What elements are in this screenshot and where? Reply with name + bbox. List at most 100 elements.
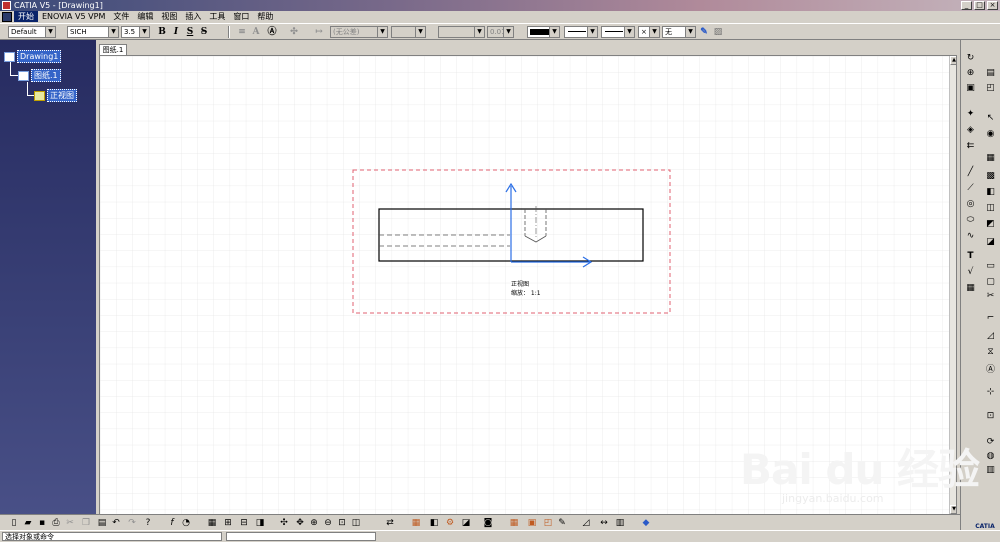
rotate-icon[interactable]: ↻: [964, 52, 977, 65]
text-frame-icon[interactable]: Ⓐ: [266, 26, 278, 38]
clip-view-icon[interactable]: ◩: [984, 218, 997, 231]
style-select[interactable]: Default ▼: [8, 26, 56, 38]
dimension-display-icon[interactable]: ↔: [598, 517, 610, 529]
cut-icon[interactable]: ✂: [64, 517, 76, 529]
grid-display-icon[interactable]: ▦: [206, 517, 218, 529]
symbol-icon[interactable]: ✣: [288, 26, 300, 38]
tools-icon[interactable]: ✎: [556, 517, 568, 529]
zoom-area-icon[interactable]: ⊡: [336, 517, 348, 529]
font-select[interactable]: SICH ▼: [67, 26, 119, 38]
auxiliary-view-icon[interactable]: ◪: [984, 236, 997, 249]
sheet-grid-icon[interactable]: ▤: [984, 67, 997, 80]
front-view-icon[interactable]: ▣: [964, 82, 977, 95]
maximize-button[interactable]: □: [974, 1, 985, 10]
ellipse-tool-icon[interactable]: ⬭: [964, 214, 977, 227]
analysis-display-icon[interactable]: ◨: [254, 517, 266, 529]
line-type-select[interactable]: ▼: [601, 26, 635, 38]
document-menu-icon[interactable]: [2, 11, 12, 22]
datum-icon[interactable]: ▥: [984, 464, 997, 477]
detail-view-icon[interactable]: ◰: [984, 82, 997, 95]
roughness-icon[interactable]: √: [964, 266, 977, 279]
numeric-format-select[interactable]: ▼: [438, 26, 485, 38]
projection-icon[interactable]: ⊕: [964, 67, 977, 80]
dimension-props-icon[interactable]: ↦: [313, 26, 325, 38]
tree-root-drawing[interactable]: Drawing1: [4, 50, 62, 63]
italic-button[interactable]: I: [170, 26, 182, 38]
print-icon[interactable]: ⎙: [50, 517, 62, 529]
image-icon[interactable]: ◰: [542, 517, 554, 529]
swap-view-icon[interactable]: ⇄: [384, 517, 396, 529]
hatch-icon[interactable]: ▩: [984, 170, 997, 183]
tolerance-type-select[interactable]: ▼: [391, 26, 426, 38]
scroll-up-arrow-icon[interactable]: ▲: [950, 56, 956, 65]
menu-enovia[interactable]: ENOVIA V5 VPM: [38, 11, 109, 22]
analysis-icon[interactable]: ◉: [984, 128, 997, 141]
formula-icon[interactable]: f: [166, 517, 178, 529]
line-tool-icon[interactable]: ╱: [964, 166, 977, 179]
redo-icon[interactable]: ↷: [126, 517, 138, 529]
symmetry-icon[interactable]: ⧖: [984, 346, 997, 359]
section-icon[interactable]: ◧: [984, 186, 997, 199]
layout-icon[interactable]: ◧: [428, 517, 440, 529]
bom-icon[interactable]: ▣: [526, 517, 538, 529]
underline-button[interactable]: S: [184, 26, 196, 38]
menu-insert[interactable]: 插入: [181, 11, 205, 22]
text-tool-icon[interactable]: T: [964, 250, 977, 263]
polyline-icon[interactable]: ⟋: [964, 182, 977, 195]
paste-icon[interactable]: ▤: [96, 517, 108, 529]
bold-button[interactable]: B: [156, 26, 168, 38]
align-left-icon[interactable]: ≡: [236, 26, 248, 38]
snap-point-icon[interactable]: ✦: [964, 108, 977, 121]
font-size-select[interactable]: 3.5 ▼: [121, 26, 150, 38]
overload-icon[interactable]: ◪: [460, 517, 472, 529]
normal-view-icon[interactable]: ◫: [350, 517, 362, 529]
save-icon[interactable]: ▪: [36, 517, 48, 529]
circle-tool-icon[interactable]: ◎: [964, 198, 977, 211]
minimize-button[interactable]: _: [961, 1, 972, 10]
fit-all-icon[interactable]: ✣: [278, 517, 290, 529]
table-tool-icon[interactable]: ▦: [964, 282, 977, 295]
sheet-frame-icon[interactable]: ▦: [410, 517, 422, 529]
align-icon[interactable]: ⇇: [964, 140, 977, 153]
snap-grid-icon[interactable]: ⊞: [222, 517, 234, 529]
annotations-icon[interactable]: ◆: [640, 517, 652, 529]
corner-icon[interactable]: ⌐: [984, 312, 997, 325]
chamfer-icon[interactable]: ◿: [984, 330, 997, 343]
precision-select[interactable]: 0.010 ▼: [487, 26, 514, 38]
update-icon[interactable]: ⟳: [984, 436, 997, 449]
dimension-icon[interactable]: ◈: [964, 124, 977, 137]
copy-icon[interactable]: ❐: [80, 517, 92, 529]
menu-start[interactable]: 开始: [14, 11, 38, 22]
views-icon[interactable]: ⚙: [444, 517, 456, 529]
color-select[interactable]: ▼: [527, 26, 560, 38]
menu-view[interactable]: 视图: [157, 11, 181, 22]
new-file-icon[interactable]: ▯: [8, 517, 20, 529]
thread-icon[interactable]: ⊡: [984, 410, 997, 423]
rectangle-tool-icon[interactable]: ▭: [984, 260, 997, 273]
generative-icon[interactable]: ▦: [984, 152, 997, 165]
scroll-down-arrow-icon[interactable]: ▼: [950, 505, 956, 514]
reroute-icon[interactable]: ▥: [614, 517, 626, 529]
strikethrough-button[interactable]: S̶: [198, 26, 210, 38]
scan-icon[interactable]: ◙: [482, 517, 494, 529]
tree-item-front-view[interactable]: 正视图: [34, 89, 77, 102]
menu-edit[interactable]: 编辑: [133, 11, 157, 22]
break-view-icon[interactable]: ◫: [984, 202, 997, 215]
axis-line-icon[interactable]: ⊹: [984, 386, 997, 399]
menu-tools[interactable]: 工具: [205, 11, 229, 22]
pan-icon[interactable]: ✥: [294, 517, 306, 529]
zoom-in-icon[interactable]: ⊕: [308, 517, 320, 529]
tolerance-select[interactable]: (无公差) ▼: [330, 26, 388, 38]
balloon-icon[interactable]: ◍: [984, 450, 997, 463]
undo-icon[interactable]: ↶: [110, 517, 122, 529]
knowledge-icon[interactable]: ◔: [180, 517, 192, 529]
frame-icon[interactable]: ▢: [984, 276, 997, 289]
copy-format-icon[interactable]: ✎: [698, 26, 710, 38]
tree-item-sheet[interactable]: 图纸.1: [18, 69, 61, 82]
command-input[interactable]: [226, 532, 376, 541]
table-grid-icon[interactable]: ▦: [508, 517, 520, 529]
superscript-icon[interactable]: A: [250, 26, 262, 38]
text-props-icon[interactable]: ◿: [580, 517, 592, 529]
point-type-select[interactable]: × ▼: [638, 26, 660, 38]
pattern-icon[interactable]: ▨: [712, 26, 724, 38]
